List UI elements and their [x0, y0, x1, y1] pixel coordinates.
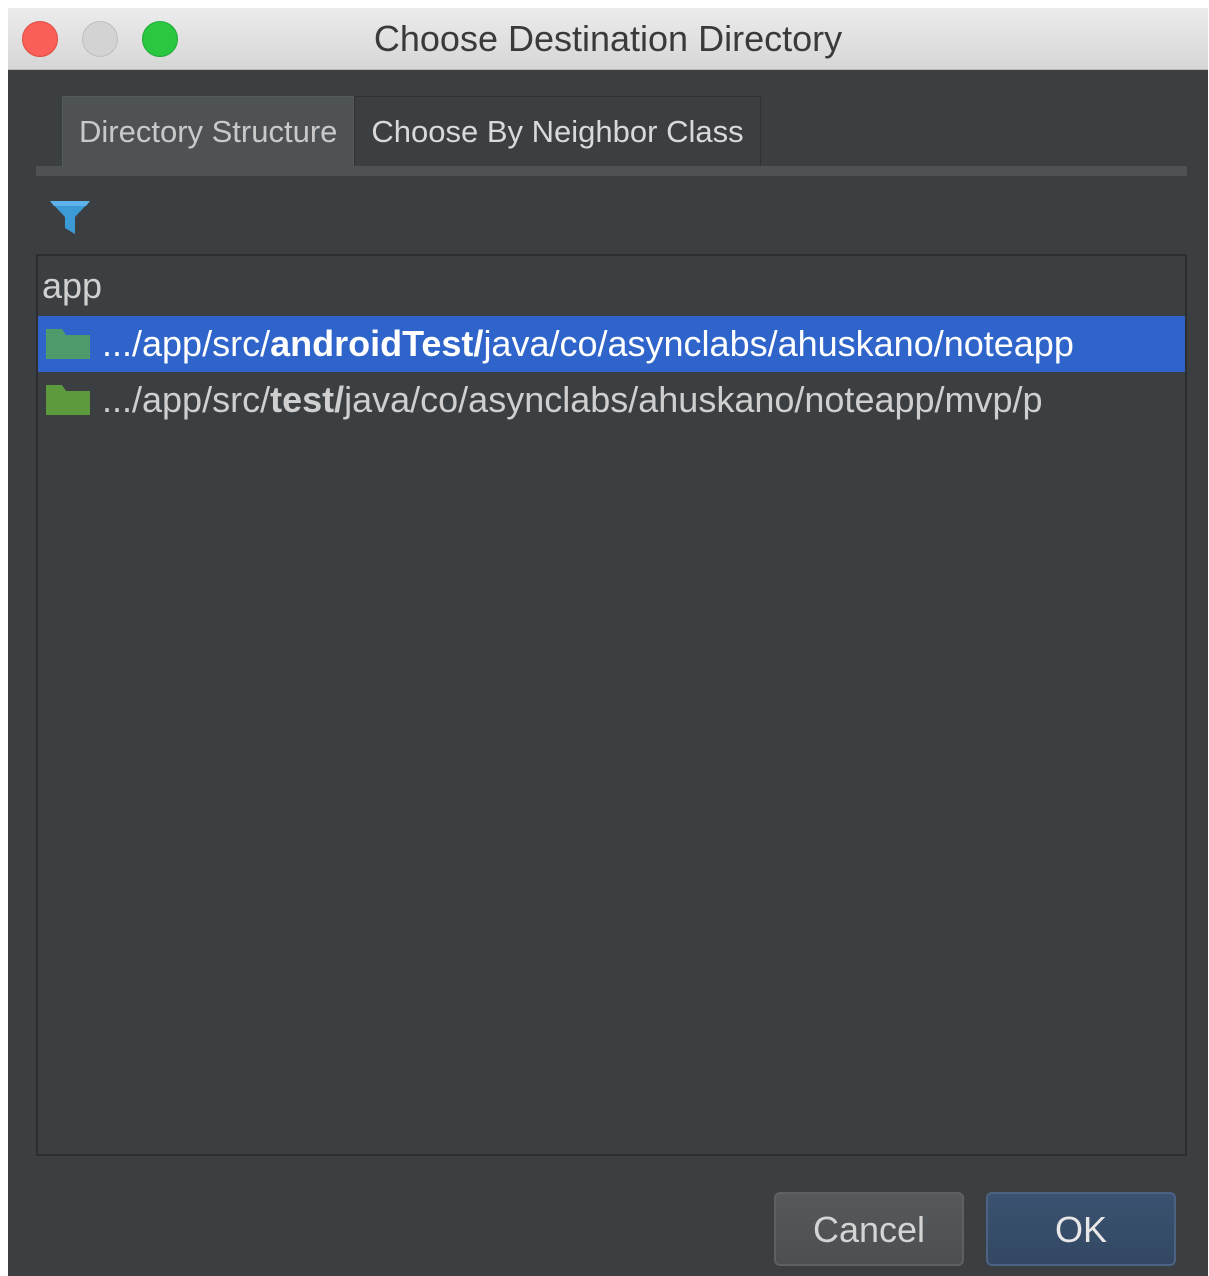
- folder-icon: [46, 329, 90, 359]
- ok-button[interactable]: OK: [986, 1192, 1176, 1266]
- path-prefix: .../app/src/: [102, 379, 271, 420]
- cancel-button[interactable]: Cancel: [774, 1192, 964, 1266]
- tab-bar: Directory Structure Choose By Neighbor C…: [62, 96, 761, 166]
- title-bar: Choose Destination Directory: [8, 8, 1208, 70]
- dialog-window: Choose Destination Directory Directory S…: [8, 8, 1208, 1276]
- window-title: Choose Destination Directory: [373, 18, 843, 59]
- tab-underline: [36, 166, 1187, 176]
- tab-choose-by-neighbor-class[interactable]: Choose By Neighbor Class: [354, 96, 761, 166]
- path-suffix: java/co/asynclabs/ahuskano/noteapp/mvp/p: [344, 379, 1043, 420]
- tree-row-test[interactable]: .../app/src/test/java/co/asynclabs/ahusk…: [38, 372, 1185, 428]
- filter-icon[interactable]: [48, 198, 92, 238]
- tree-root-app[interactable]: app: [42, 264, 102, 308]
- tree-row-android-test[interactable]: .../app/src/androidTest/java/co/asynclab…: [38, 316, 1185, 372]
- path-highlight: androidTest/: [270, 323, 484, 364]
- path-suffix: java/co/asynclabs/ahuskano/noteapp: [483, 323, 1074, 364]
- folder-icon: [46, 385, 90, 415]
- tab-directory-structure[interactable]: Directory Structure: [62, 96, 355, 166]
- path-prefix: .../app/src/: [102, 323, 271, 364]
- path-highlight: test/: [270, 379, 345, 420]
- directory-tree[interactable]: app .../app/src/androidTest/java/co/asyn…: [36, 254, 1187, 1156]
